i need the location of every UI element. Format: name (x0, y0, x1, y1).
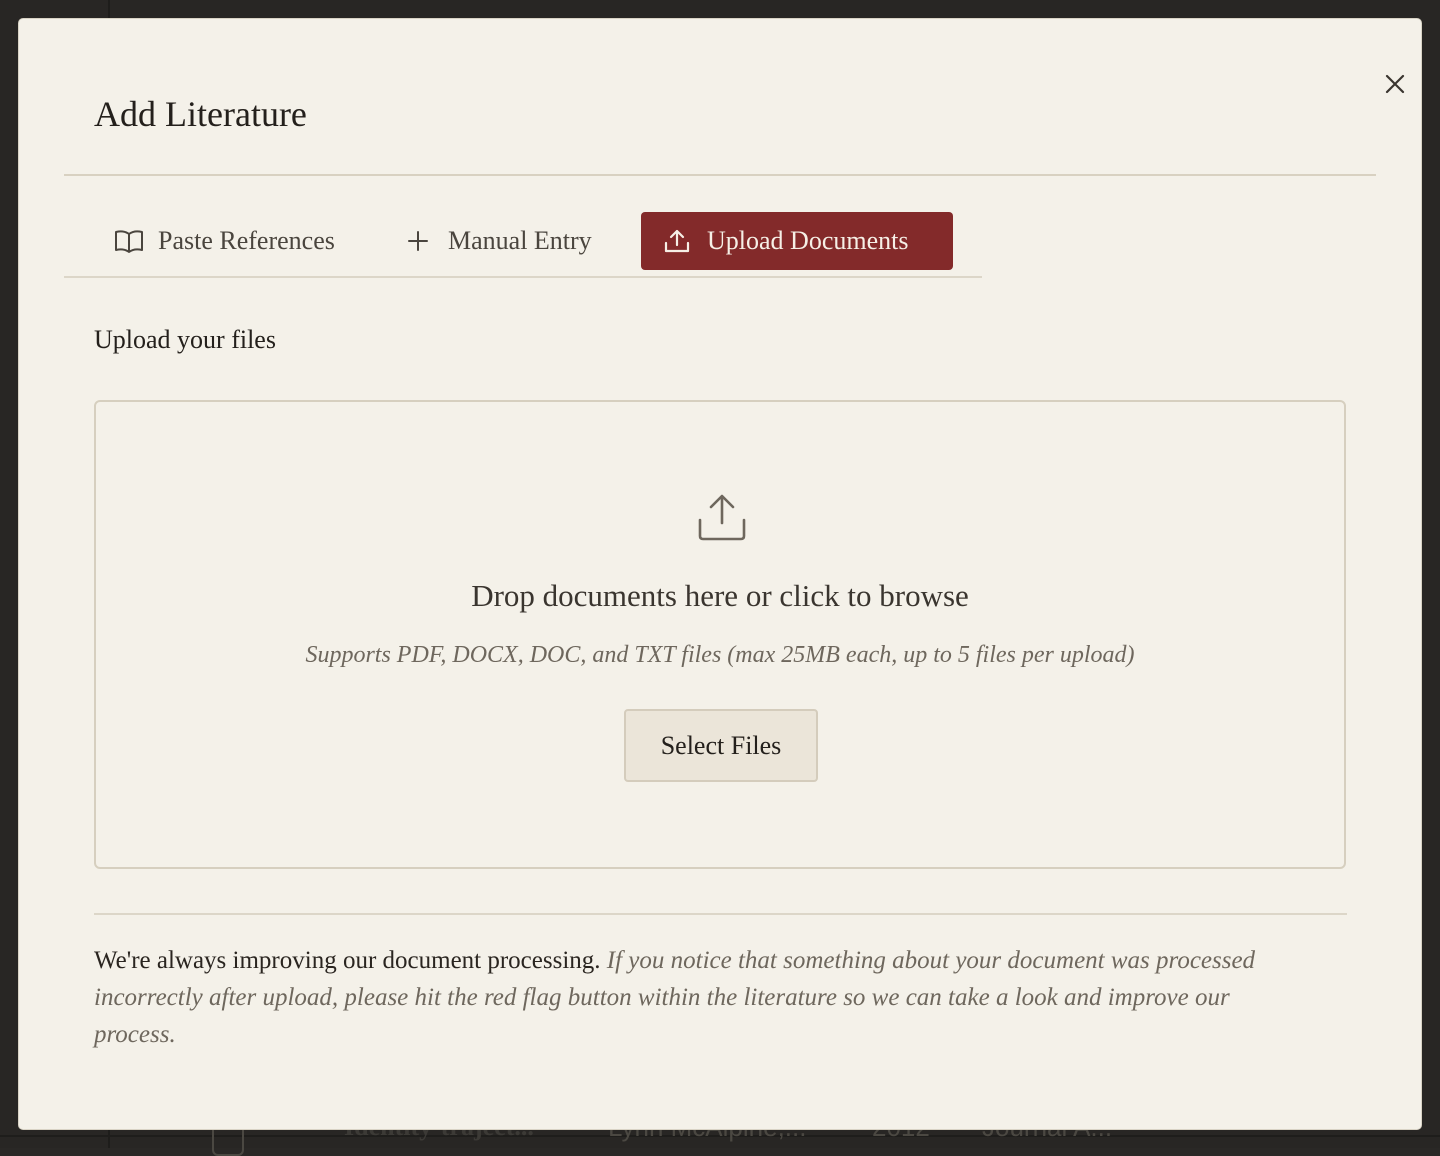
add-literature-modal: Add Literature Paste References Manual E… (19, 19, 1421, 1129)
dropzone-title: Drop documents here or click to browse (471, 578, 969, 613)
dropzone-subtitle: Supports PDF, DOCX, DOC, and TXT files (… (305, 642, 1135, 668)
tab-manual-entry-label: Manual Entry (448, 226, 592, 255)
title-divider (64, 174, 1376, 176)
upload-icon (664, 229, 690, 253)
tab-manual-entry[interactable]: Manual Entry (406, 212, 592, 270)
tab-upload-documents-label: Upload Documents (707, 226, 909, 255)
section-label: Upload your files (94, 325, 276, 354)
notice-divider (94, 913, 1347, 915)
plus-icon (408, 231, 428, 251)
processing-notice: We're always improving our document proc… (94, 942, 1294, 1053)
close-icon (1385, 74, 1405, 94)
close-button[interactable] (1378, 67, 1412, 101)
upload-icon (698, 494, 746, 541)
tab-paste-references[interactable]: Paste References (114, 212, 335, 270)
tab-upload-documents[interactable]: Upload Documents (641, 212, 953, 270)
tab-bar: Paste References Manual Entry Upload Doc… (64, 212, 982, 278)
file-dropzone[interactable]: Drop documents here or click to browse S… (94, 400, 1346, 869)
notice-lead: We're always improving our document proc… (94, 947, 601, 974)
modal-title: Add Literature (94, 94, 307, 134)
select-files-button[interactable]: Select Files (624, 709, 818, 782)
book-open-icon (115, 230, 143, 253)
tab-paste-references-label: Paste References (158, 226, 335, 255)
